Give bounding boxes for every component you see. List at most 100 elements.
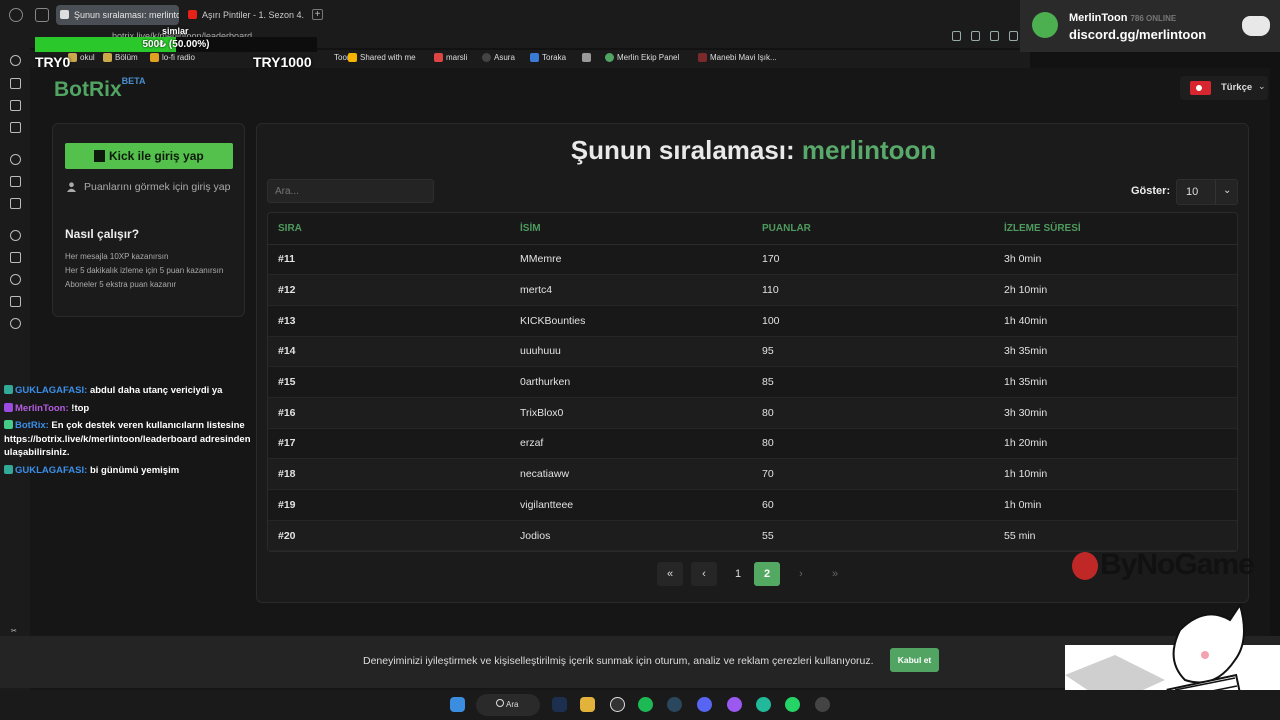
- bookmark-okul[interactable]: okul: [68, 53, 95, 62]
- chat-user: GUKLAGAFASI:: [15, 385, 88, 396]
- rank-cell: #13: [268, 305, 510, 337]
- file-explorer-icon[interactable]: [580, 697, 595, 712]
- opera-gx-icon[interactable]: [610, 697, 625, 712]
- pagination: « ‹ 1 2 › »: [657, 562, 857, 586]
- col-watch-time[interactable]: İZLEME SÜRESİ: [994, 213, 1237, 245]
- cube-icon[interactable]: [10, 296, 21, 307]
- extension-icons: [952, 31, 1018, 41]
- last-page-button[interactable]: »: [822, 562, 848, 586]
- steam-icon[interactable]: [667, 697, 682, 712]
- shield-icon[interactable]: [990, 31, 999, 41]
- turkey-flag-icon: [1190, 81, 1211, 95]
- bookmark-toon[interactable]: Toon: [322, 53, 351, 62]
- goal-label: simlar: [162, 26, 189, 36]
- table-row: #16 TrixBlox0 80 3h 30min: [268, 397, 1237, 429]
- bookmark-lofi-radio[interactable]: lo-fi radio: [150, 53, 195, 62]
- chevron-down-icon: ⌄: [1258, 81, 1266, 91]
- settings-icon[interactable]: [10, 318, 21, 329]
- broadcaster-icon: [4, 402, 13, 412]
- user-icon: [67, 182, 76, 192]
- bookmark-manebi[interactable]: Manebi Mavi Işık...: [698, 53, 777, 62]
- pin-sidebar-icon[interactable]: ✂: [11, 627, 17, 635]
- photoshop-icon[interactable]: [552, 697, 567, 712]
- bookmark-bolum[interactable]: Bölüm: [103, 53, 138, 62]
- merlin-icon: [605, 53, 614, 62]
- chat-user: MerlinToon:: [15, 402, 69, 414]
- name-cell: MMemre: [510, 244, 752, 276]
- radio-icon: [150, 53, 159, 62]
- col-rank[interactable]: SIRA: [268, 213, 510, 245]
- new-tab-button[interactable]: +: [312, 9, 323, 20]
- first-page-button[interactable]: «: [657, 562, 683, 586]
- whatsapp-icon[interactable]: [785, 697, 800, 712]
- x-twitter-icon[interactable]: [10, 198, 21, 209]
- chatgpt-icon[interactable]: [756, 697, 771, 712]
- leaderboard-table: SIRA İSİM PUANLAR İZLEME SÜRESİ #11 MMemr…: [267, 212, 1238, 552]
- browser-menu-icon[interactable]: [9, 8, 23, 22]
- col-points[interactable]: PUANLAR: [752, 213, 994, 245]
- badge-icon: [4, 385, 13, 394]
- page-2-button[interactable]: 2: [754, 562, 780, 586]
- translate-icon[interactable]: [1009, 31, 1018, 41]
- discord-icon[interactable]: [697, 697, 712, 712]
- messenger-icon[interactable]: [10, 78, 21, 89]
- watch-time-cell: 3h 35min: [994, 336, 1237, 368]
- bookmark-asura[interactable]: Asura: [482, 53, 515, 62]
- rank-cell: #16: [268, 397, 510, 429]
- folder-icon: [103, 53, 112, 62]
- bookmark-merlin-ekip-panel[interactable]: Merlin Ekip Panel: [605, 53, 679, 62]
- workspaces-icon[interactable]: [35, 8, 49, 22]
- progress-text: 500₺ (50.00%): [142, 39, 210, 50]
- chat-user: GUKLAGAFASI:: [15, 464, 88, 476]
- ai-icon[interactable]: [10, 122, 21, 133]
- language-selector[interactable]: Türkçe ⌄: [1180, 76, 1268, 100]
- pin-icon[interactable]: [952, 31, 961, 41]
- watch-time-cell: 1h 40min: [994, 305, 1237, 337]
- prev-page-button[interactable]: ‹: [691, 562, 717, 586]
- online-count: 786 ONLINE: [1130, 14, 1177, 23]
- rank-cell: #18: [268, 458, 510, 490]
- tab-youtube-video[interactable]: Aşırı Pintiler - 1. Sezon 4. B: [184, 5, 306, 25]
- name-cell: mertc4: [510, 274, 752, 306]
- screenshot-icon[interactable]: [971, 31, 980, 41]
- chat-message: BotRix: En çok destek veren kullanıcılar…: [4, 419, 264, 460]
- watch-time-cell: 55 min: [994, 520, 1237, 551]
- goal-start-amount: TRY0: [35, 54, 71, 70]
- wallet-icon[interactable]: [10, 100, 21, 111]
- how-line: Her 5 dakikalık izleme için 5 puan kazan…: [65, 266, 224, 275]
- table-row: #14 uuuhuuu 95 3h 35min: [268, 336, 1237, 368]
- wallet-2-icon[interactable]: [10, 252, 21, 263]
- speed-dial-icon[interactable]: [10, 55, 21, 66]
- name-cell: Jodios: [510, 520, 752, 551]
- show-label: Göster:: [1131, 185, 1171, 197]
- history-icon[interactable]: [10, 274, 21, 285]
- rank-cell: #11: [268, 244, 510, 276]
- tab-leaderboard[interactable]: Şunun sıralaması: merlintoon: [56, 5, 179, 25]
- channel-name: merlintoon: [801, 135, 937, 165]
- cookie-text: Deneyiminizi iyileştirmek ve kişiselleşt…: [363, 655, 874, 667]
- obs-icon[interactable]: [815, 697, 830, 712]
- page-1-button[interactable]: 1: [725, 562, 751, 586]
- asura-icon: [482, 53, 491, 62]
- spotify-icon[interactable]: [638, 697, 653, 712]
- twitch-icon[interactable]: [10, 176, 21, 187]
- next-page-button[interactable]: ›: [788, 562, 814, 586]
- discord-logo-icon: [1242, 16, 1270, 36]
- windows-start-icon[interactable]: [450, 697, 465, 712]
- bookmark-shared-with-me[interactable]: Shared with me: [348, 53, 416, 62]
- points-cell: 80: [752, 397, 994, 429]
- app-icon[interactable]: [727, 697, 742, 712]
- accept-cookies-button[interactable]: Kabul et: [890, 648, 939, 672]
- col-name[interactable]: İSİM: [510, 213, 752, 245]
- discord-link: discord.gg/merlintoon: [1069, 27, 1207, 42]
- botrix-logo[interactable]: BotRixBETA: [54, 76, 146, 102]
- bookmark-marsli[interactable]: marsli: [434, 53, 467, 62]
- bookmark-toraka[interactable]: Toraka: [530, 53, 566, 62]
- search-input[interactable]: [267, 179, 434, 203]
- kick-login-button[interactable]: Kick ile giriş yap: [65, 143, 233, 169]
- page-size-select[interactable]: 10 ⌄: [1176, 179, 1238, 205]
- player-icon[interactable]: [10, 230, 21, 241]
- extensions-icon[interactable]: [10, 154, 21, 165]
- watch-time-cell: 1h 0min: [994, 489, 1237, 521]
- taskbar-search[interactable]: Ara: [476, 694, 540, 716]
